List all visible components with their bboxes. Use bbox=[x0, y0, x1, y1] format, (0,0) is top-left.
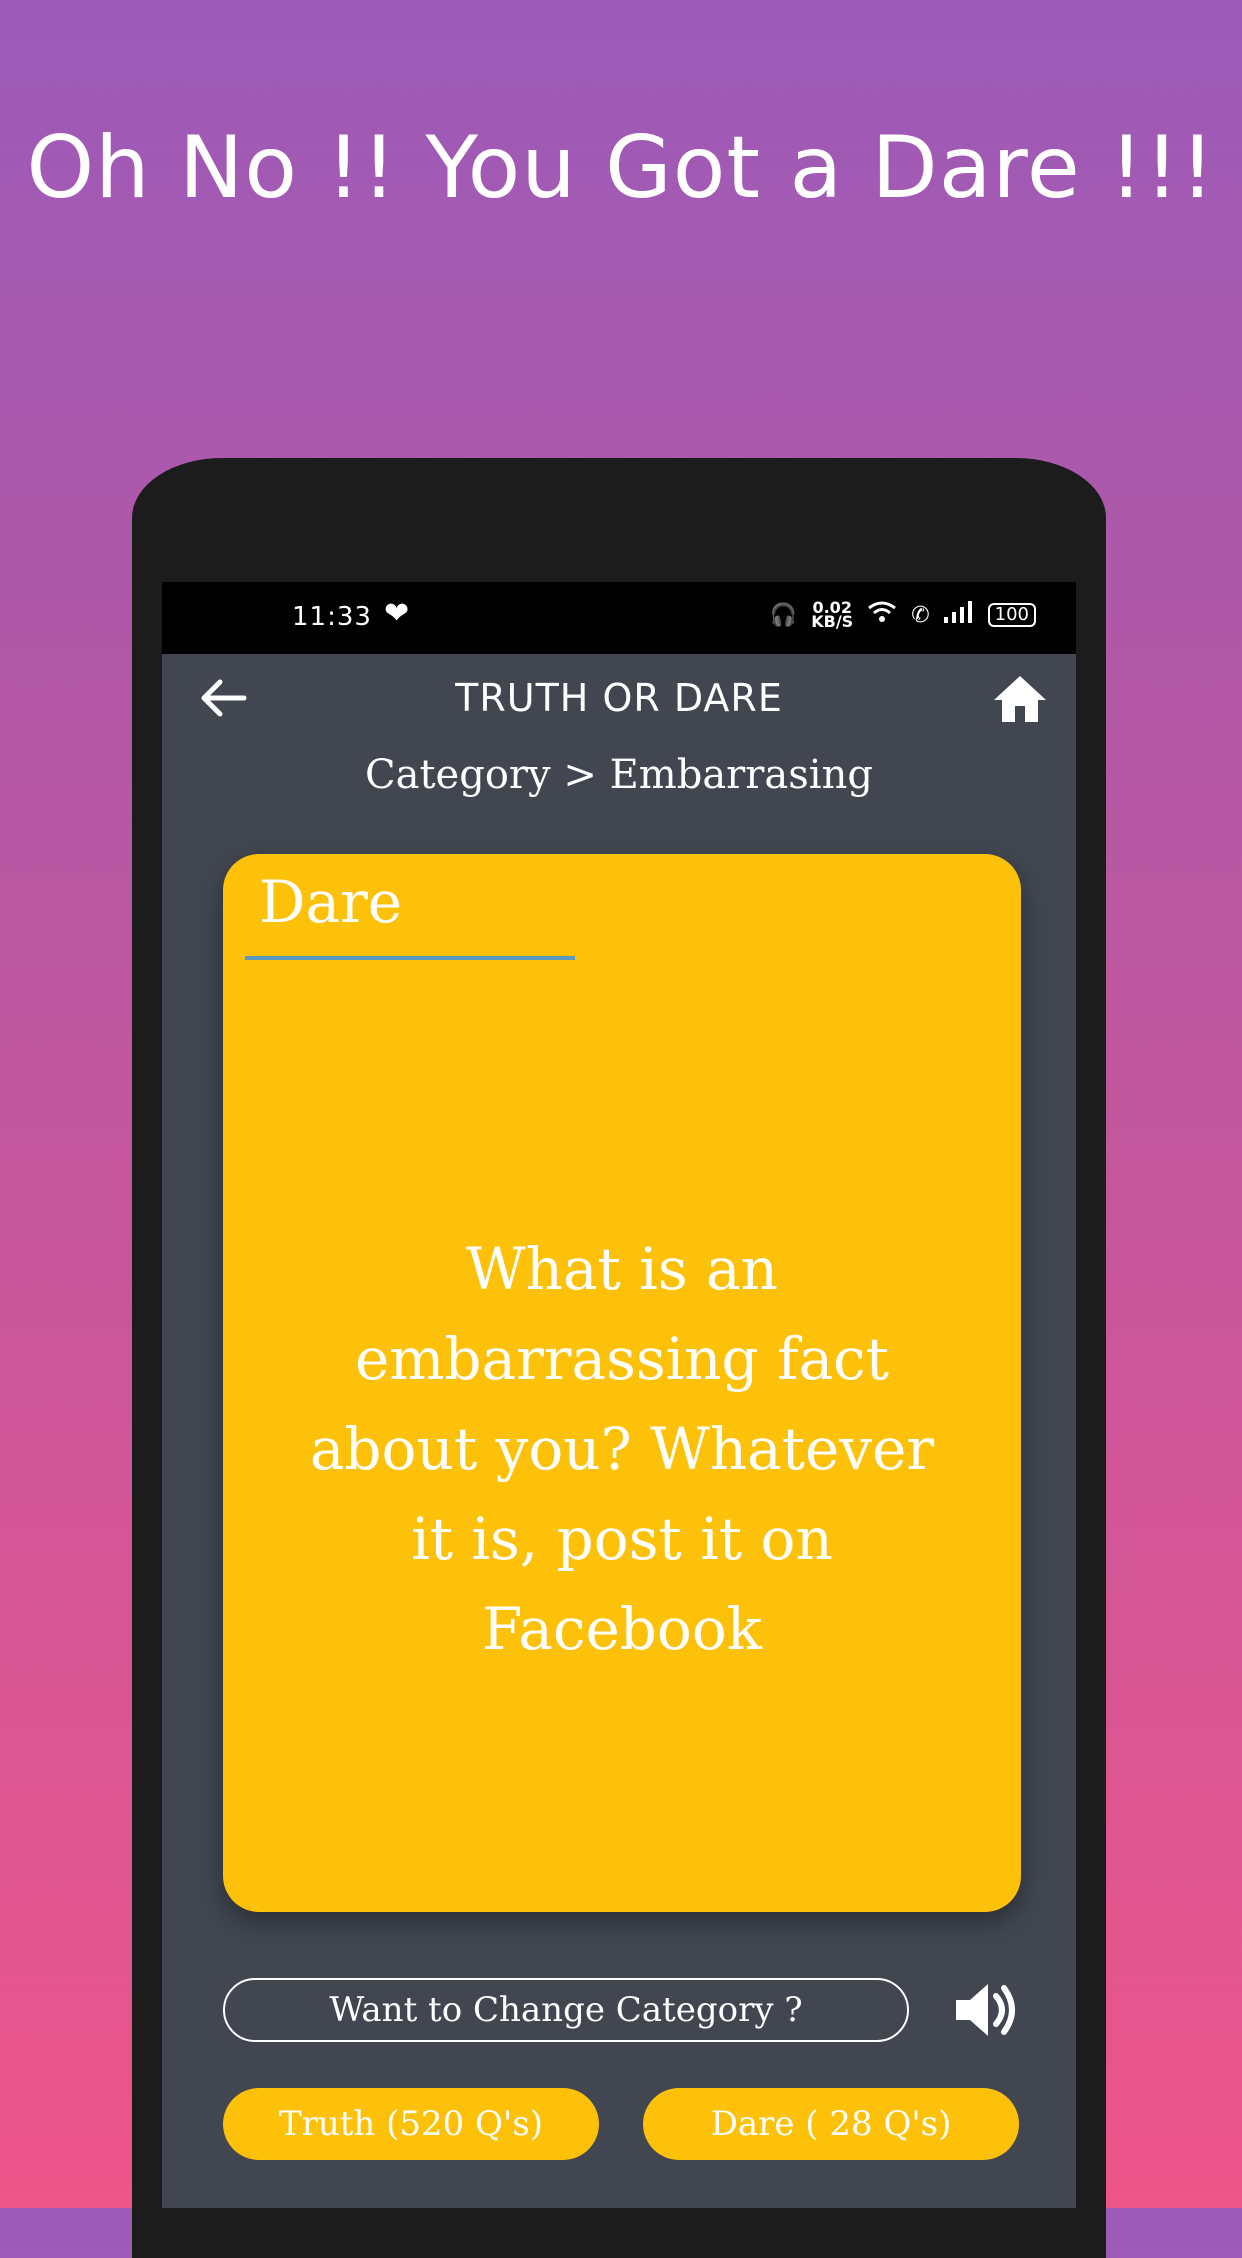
network-speed: 0.02 KB/S bbox=[811, 600, 854, 631]
headphones-icon: 🎧 bbox=[769, 602, 798, 628]
status-bar: 11:33 ❤ 🎧 0.02 KB/S ✆ 100 bbox=[162, 582, 1076, 654]
dare-card: Dare What is an embarrassing fact about … bbox=[223, 854, 1021, 1912]
home-icon[interactable] bbox=[992, 674, 1048, 724]
truth-button[interactable]: Truth (520 Q's) bbox=[223, 2088, 599, 2160]
network-speed-unit: KB/S bbox=[811, 612, 854, 631]
status-icons: 🎧 0.02 KB/S ✆ 100 bbox=[770, 600, 1036, 630]
phone-screen: 11:33 ❤ 🎧 0.02 KB/S ✆ 100 TRUTH OR DARE bbox=[162, 582, 1076, 2208]
card-label: Dare bbox=[259, 868, 403, 936]
heart-icon: ❤ bbox=[384, 596, 410, 631]
app-bar: TRUTH OR DARE bbox=[162, 654, 1076, 744]
status-time: 11:33 bbox=[292, 602, 372, 632]
change-category-button[interactable]: Want to Change Category ? bbox=[223, 1978, 909, 2042]
app-title: TRUTH OR DARE bbox=[455, 676, 783, 720]
dare-button[interactable]: Dare ( 28 Q's) bbox=[643, 2088, 1019, 2160]
promo-headline: Oh No !! You Got a Dare !!! bbox=[26, 118, 1216, 218]
battery-indicator: 100 bbox=[987, 603, 1036, 627]
card-question: What is an embarrassing fact about you? … bbox=[309, 1235, 935, 1663]
speaker-icon[interactable] bbox=[952, 1978, 1022, 2042]
wifi-icon bbox=[867, 600, 897, 630]
breadcrumb: Category > Embarrasing bbox=[365, 752, 873, 798]
card-divider bbox=[245, 956, 575, 960]
signal-icon bbox=[943, 601, 974, 629]
call-icon: ✆ bbox=[911, 602, 930, 628]
